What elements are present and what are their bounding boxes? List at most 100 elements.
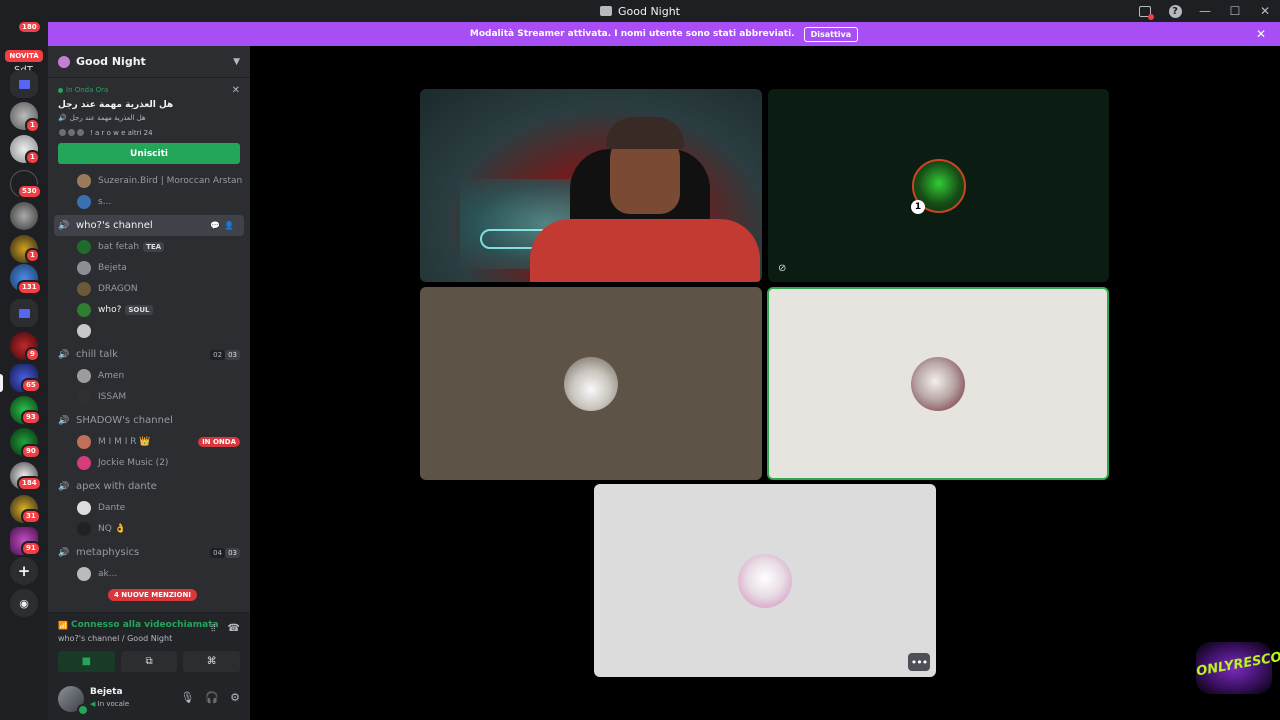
streamer-mode-banner: Modalità Streamer attivata. I nomi utent… [48, 22, 1280, 46]
channel-actions: 💬 👤 [210, 215, 234, 236]
stage-icon: 🔊 [58, 114, 67, 122]
folder-icon [18, 79, 30, 89]
voice-user-row[interactable]: bat fetah TEA [48, 236, 250, 257]
voice-user-row[interactable]: NQ 👌 [48, 518, 250, 539]
close-window-button[interactable]: ✕ [1250, 0, 1280, 22]
server-badge: 530 [17, 184, 42, 199]
video-tile-3[interactable] [420, 287, 762, 480]
voice-user-row[interactable]: Bejeta [48, 257, 250, 278]
camera-button[interactable]: ■ [58, 651, 115, 672]
avatar [77, 500, 91, 515]
server-badge: 65 [21, 378, 41, 393]
live-indicator: In Onda Ora [58, 86, 240, 94]
help-icon: ? [1168, 4, 1182, 18]
headphones-icon[interactable]: 🎧 [205, 691, 219, 704]
server-icon [599, 6, 612, 16]
username[interactable]: Bejeta [90, 687, 123, 697]
chevron-down-icon: ▼ [233, 56, 240, 67]
window-title-text: Good Night [617, 4, 680, 18]
inbox-button[interactable] [1130, 0, 1160, 22]
more-options-icon[interactable]: ••• [908, 653, 930, 671]
add-user-icon[interactable]: 👤 [224, 221, 234, 230]
listener-row[interactable]: s... [48, 191, 250, 212]
selected-indicator [0, 374, 3, 392]
avatar [564, 356, 618, 411]
voice-user-row[interactable]: ak... [48, 563, 250, 584]
server-badge: 91 [21, 541, 41, 556]
speaker-icon: 🔊 [58, 349, 70, 360]
voice-channel-path[interactable]: who?'s channel / Good Night [58, 634, 172, 643]
voice-user-row[interactable]: ISSAM [48, 386, 250, 407]
disconnect-icon[interactable]: ☎ [228, 623, 240, 634]
user-name: ak... [98, 568, 118, 579]
avatar [77, 260, 91, 275]
video-tile-camera[interactable] [420, 89, 762, 282]
user-panel: Bejeta ◀ In vocale 🎙 🎧 ⚙ [48, 678, 250, 720]
add-server-button[interactable]: + [10, 557, 38, 585]
voice-user-row[interactable]: Dante [48, 497, 250, 518]
avatar [77, 302, 91, 317]
video-tile-2[interactable]: 1 ⊘ [768, 89, 1109, 282]
server-header[interactable]: Good Night ▼ [48, 46, 250, 78]
speaker-icon: ◀ [90, 700, 96, 708]
voice-user-row[interactable]: DRAGON [48, 278, 250, 299]
channel-actions: 04 03 [210, 542, 240, 563]
server-icon [58, 55, 70, 68]
voice-channel-0[interactable]: 🔊 who?'s channel 💬 👤 [54, 215, 244, 236]
user-name: Suzerain.Bird | Moroccan Arstan [98, 175, 243, 186]
person-body [530, 219, 760, 282]
signal-icon: 📶 [58, 620, 68, 630]
noise-suppression-icon[interactable]: ⦙⦙ [211, 623, 215, 634]
stage-title: هل العذرية مهمة عند رجل [58, 100, 174, 110]
window-controls: ? — ☐ ✕ [1130, 0, 1280, 22]
voice-user-row[interactable] [48, 320, 250, 341]
voice-channel-2[interactable]: 🔊 SHADOW's channel [48, 410, 250, 431]
help-button[interactable]: ? [1160, 0, 1190, 22]
camera-icon: ■ [81, 656, 92, 667]
voice-user-row[interactable]: M I M I R 👑 IN ONDA [48, 431, 250, 452]
close-icon[interactable]: ✕ [232, 85, 240, 96]
voice-user-row[interactable]: who? SOUL [48, 299, 250, 320]
voice-channel-1[interactable]: 🔊 chill talk 02 03 [48, 344, 250, 365]
explore-button[interactable]: ◉ [10, 589, 38, 617]
new-mentions-pill[interactable]: 4 NUOVE MENZIONI [108, 589, 197, 601]
folder-icon [18, 308, 30, 318]
voice-user-row[interactable]: Amen [48, 365, 250, 386]
avatar [77, 239, 91, 254]
user-status-icons: IN ONDA [198, 431, 240, 452]
voice-channel-4[interactable]: 🔊 metaphysics 04 03 [48, 542, 250, 563]
notification-count: 180 [19, 22, 40, 32]
server-badge: 1 [25, 248, 40, 263]
voice-channel-3[interactable]: 🔊 apex with dante [48, 476, 250, 497]
server-icon-4[interactable] [10, 202, 38, 230]
speaker-icon: 🔊 [58, 415, 70, 426]
discord-app: Good Night ? — ☐ ✕ 180 NOVITÀ SdT 1 1 53… [0, 0, 1280, 720]
user-name: bat fetah [98, 241, 140, 252]
live-dot-icon [58, 87, 63, 93]
voice-user-row[interactable]: Jockie Music (2) [48, 452, 250, 473]
new-badge: NOVITÀ [5, 50, 43, 62]
server-folder-2[interactable] [10, 299, 38, 327]
screen-share-button[interactable]: ⧉ [120, 651, 178, 672]
server-folder[interactable] [10, 70, 38, 98]
video-tile-5[interactable]: ••• [594, 484, 936, 677]
server-badge: 90 [21, 444, 41, 459]
join-button[interactable]: Unisciti [58, 143, 240, 164]
microphone-icon[interactable]: 🎙 [180, 691, 194, 704]
server-badge: 93 [21, 410, 41, 425]
gear-icon[interactable]: ⚙ [230, 691, 240, 704]
server-name: Good Night [76, 55, 146, 68]
voice-status-text: Connesso alla videochiamata [70, 620, 219, 630]
user-name: s... [98, 196, 112, 207]
user-name: who? [98, 304, 122, 315]
disable-streamer-button[interactable]: Disattiva [803, 26, 859, 42]
chat-icon[interactable]: 💬 [210, 221, 220, 230]
minimize-button[interactable]: — [1190, 0, 1220, 22]
maximize-button[interactable]: ☐ [1220, 0, 1250, 22]
close-icon[interactable]: ✕ [1256, 27, 1266, 41]
avatar-badge: 1 [911, 200, 925, 214]
listener-row[interactable]: Suzerain.Bird | Moroccan Arstan [48, 170, 250, 191]
user-name: Jockie Music (2) [98, 457, 169, 468]
video-tile-4-speaking[interactable] [767, 287, 1109, 480]
activity-button[interactable]: ⌘ [183, 651, 241, 672]
